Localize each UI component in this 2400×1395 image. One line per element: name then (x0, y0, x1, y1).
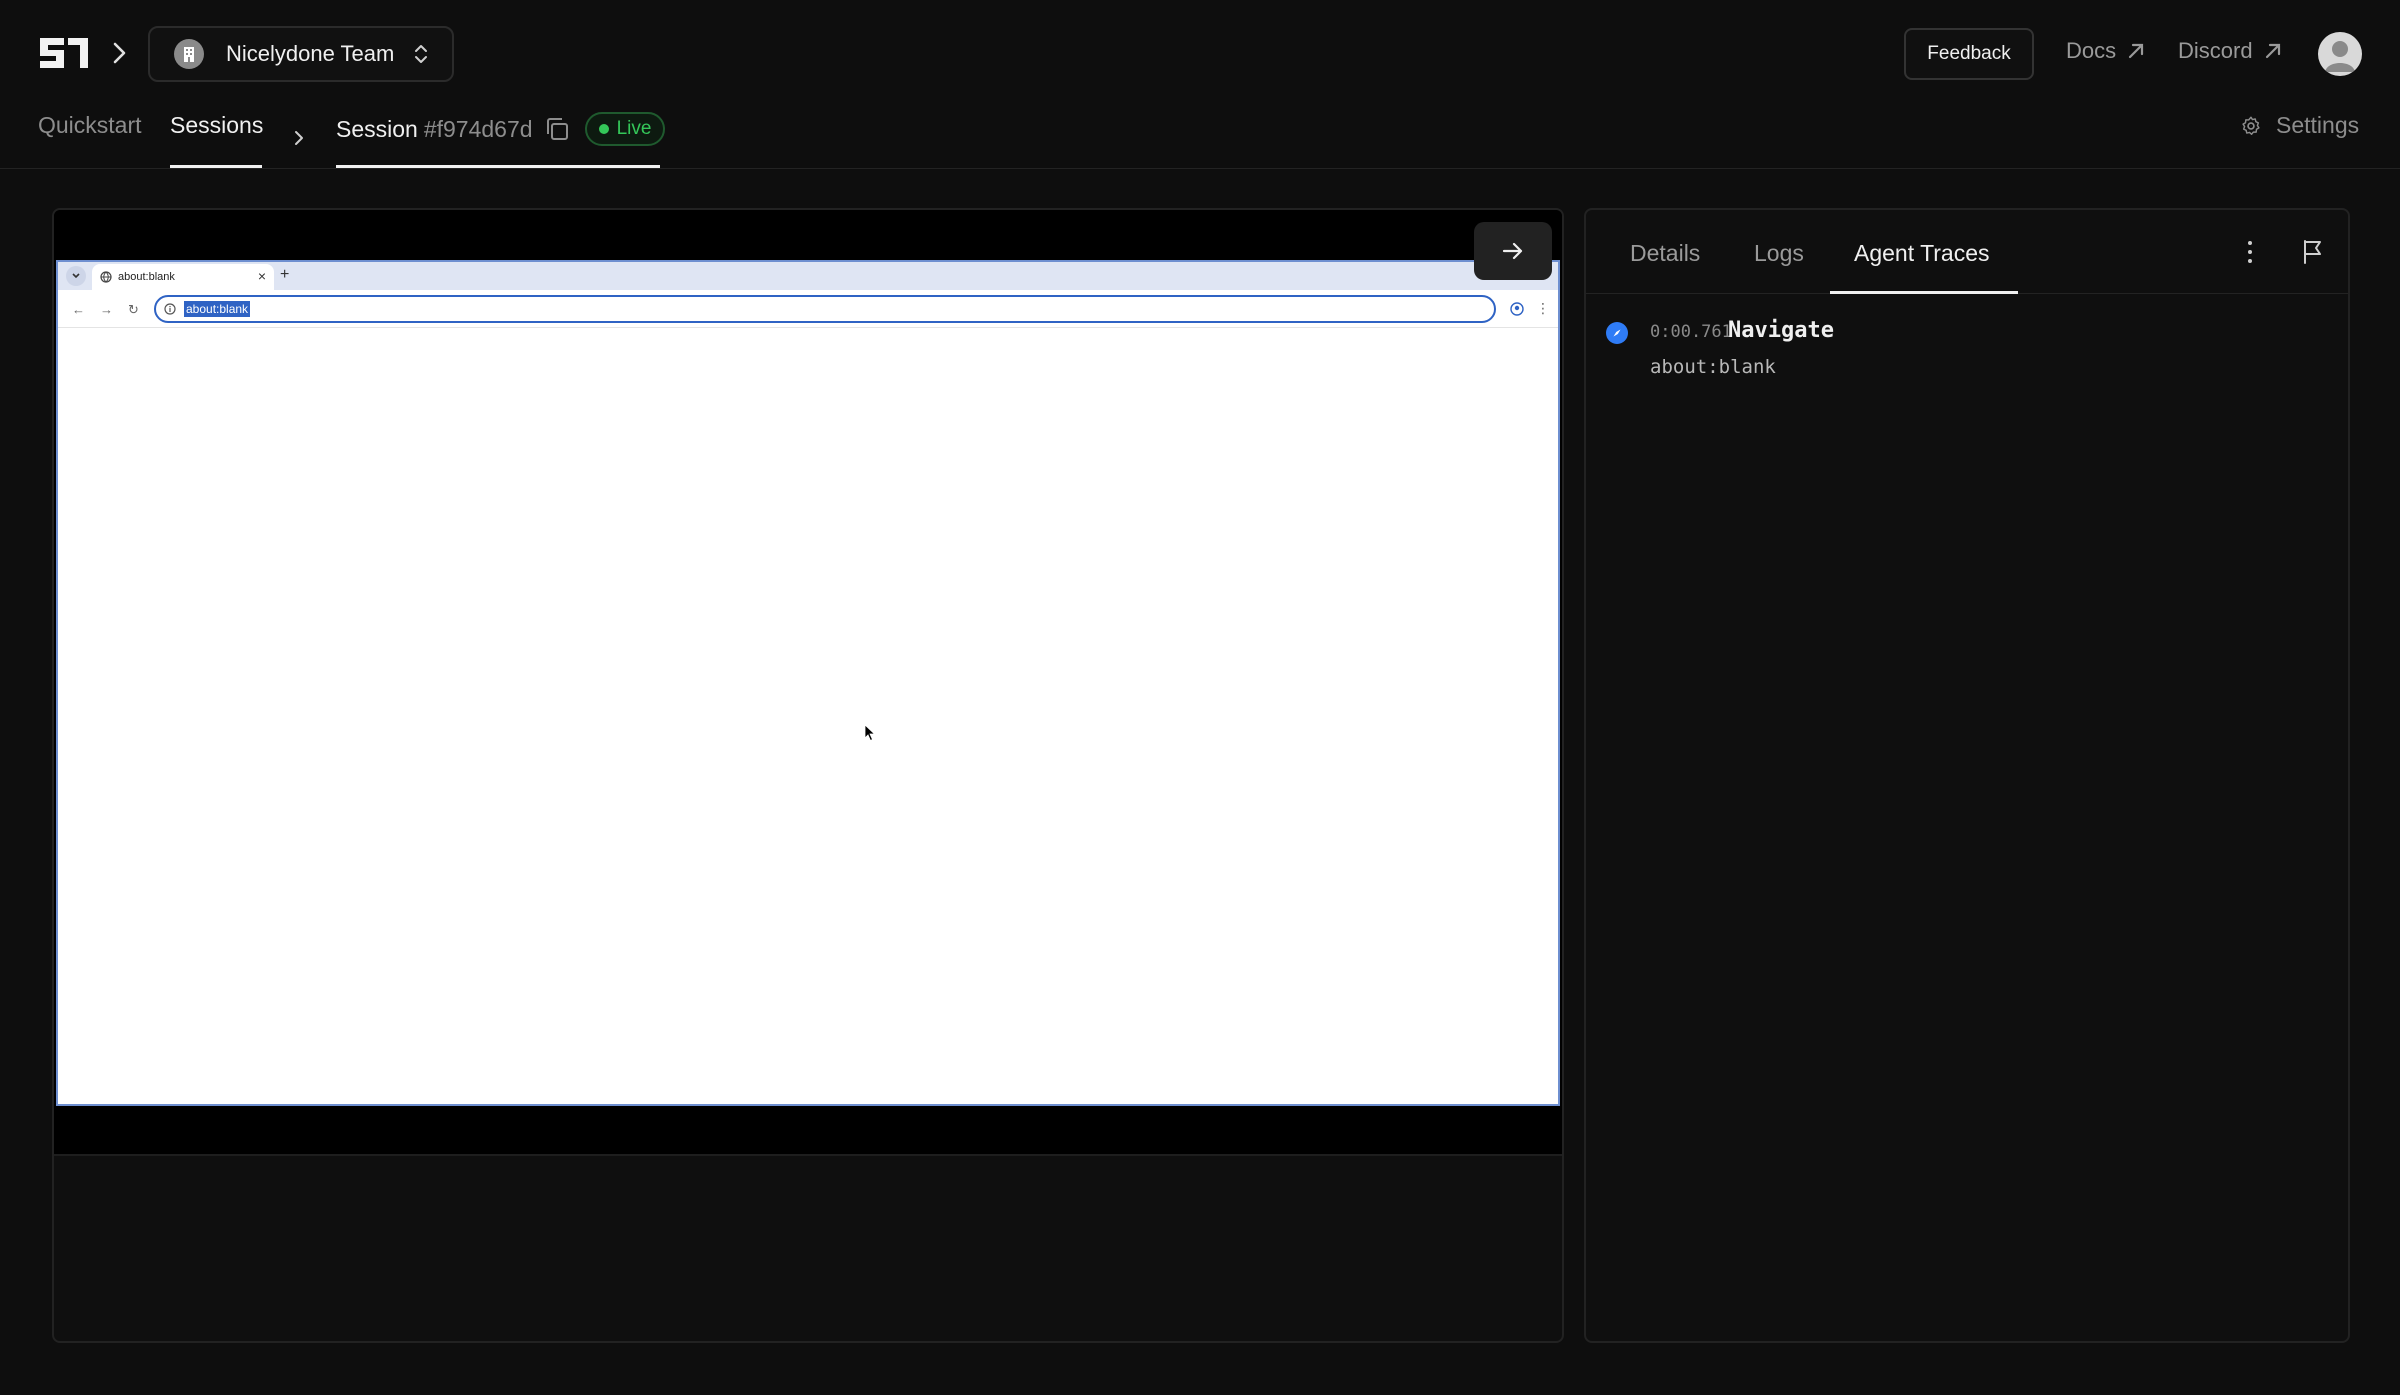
tab-details[interactable]: Details (1630, 240, 1700, 267)
arrow-up-right-icon (2265, 43, 2280, 59)
docs-link[interactable]: Docs (2066, 38, 2146, 64)
profile-icon[interactable] (1510, 302, 1524, 316)
globe-icon (100, 271, 112, 283)
live-dot-icon (598, 124, 609, 134)
trace-panel-tabs: Details Logs Agent Traces (1586, 210, 2348, 294)
new-tab-icon[interactable]: + (280, 266, 289, 284)
info-icon (164, 303, 176, 315)
viewer-divider (54, 1154, 1562, 1156)
arrow-up-right-icon (2129, 43, 2144, 59)
tab-agent-traces[interactable]: Agent Traces (1854, 240, 1990, 267)
nav-divider (0, 168, 2400, 169)
chevron-up-down-icon (415, 45, 428, 63)
tab-search-button[interactable] (66, 266, 86, 286)
building-icon (174, 39, 204, 69)
logo-icon[interactable] (36, 32, 92, 74)
settings-label: Settings (2276, 112, 2360, 138)
session-tab[interactable]: Session #f974d67d Live (336, 108, 666, 150)
browser-tabstrip: about:blank × + (58, 262, 1558, 290)
feedback-button[interactable]: Feedback (1904, 28, 2034, 80)
remote-browser-window[interactable]: about:blank × + ← → ↻ about:blank ⋮ (56, 260, 1560, 1106)
chevron-down-icon (72, 273, 80, 279)
chevron-right-icon (113, 42, 126, 64)
nav-sessions[interactable]: Sessions (170, 112, 263, 139)
session-id: #f974d67d (423, 115, 533, 142)
more-vertical-icon[interactable] (2238, 236, 2262, 268)
chevron-right-icon (295, 131, 303, 145)
mouse-cursor-icon (864, 724, 876, 742)
team-name: Nicelydone Team (226, 41, 395, 66)
trace-panel: Details Logs Agent Traces 0:00.761 Navig… (1584, 208, 2350, 1343)
close-icon[interactable]: × (258, 268, 266, 284)
gear-icon (2242, 116, 2260, 135)
next-frame-button[interactable] (1474, 222, 1552, 280)
tab-logs[interactable]: Logs (1754, 240, 1804, 267)
team-switcher[interactable]: Nicelydone Team (148, 26, 454, 82)
address-bar[interactable]: about:blank (154, 295, 1496, 323)
compass-icon (1606, 322, 1628, 344)
copy-icon[interactable] (543, 115, 571, 143)
flag-icon[interactable] (2300, 238, 2326, 266)
trace-action: Navigate (1728, 318, 1834, 343)
user-icon (2325, 41, 2355, 72)
live-label: Live (616, 118, 652, 139)
settings-link[interactable]: Settings (2240, 112, 2359, 139)
user-avatar[interactable] (2318, 32, 2362, 76)
arrow-right-icon (1502, 242, 1523, 260)
active-tab-indicator (1830, 291, 2018, 294)
session-viewer-panel: about:blank × + ← → ↻ about:blank ⋮ (52, 208, 1564, 1343)
trace-detail: about:blank (1650, 356, 1776, 378)
browser-menu-icon[interactable]: ⋮ (1536, 300, 1550, 317)
session-label: Session (336, 115, 418, 142)
forward-icon[interactable]: → (100, 302, 113, 317)
live-view-area[interactable]: about:blank × + ← → ↻ about:blank ⋮ (54, 210, 1562, 1154)
top-bar: Nicelydone Team Feedback Docs Discord (0, 0, 2400, 108)
docs-label: Docs (2066, 38, 2117, 63)
browser-tab-title: about:blank (118, 271, 175, 283)
discord-link[interactable]: Discord (2178, 38, 2283, 64)
live-status-badge: Live (584, 112, 666, 146)
discord-label: Discord (2178, 38, 2253, 63)
reload-icon[interactable]: ↻ (128, 302, 139, 318)
nav-quickstart[interactable]: Quickstart (38, 112, 142, 139)
address-value: about:blank (184, 301, 251, 317)
browser-tab[interactable]: about:blank × (92, 264, 274, 290)
browser-toolbar: ← → ↻ about:blank ⋮ (58, 290, 1558, 328)
trace-timestamp: 0:00.761 (1650, 322, 1732, 342)
back-icon[interactable]: ← (72, 302, 85, 317)
